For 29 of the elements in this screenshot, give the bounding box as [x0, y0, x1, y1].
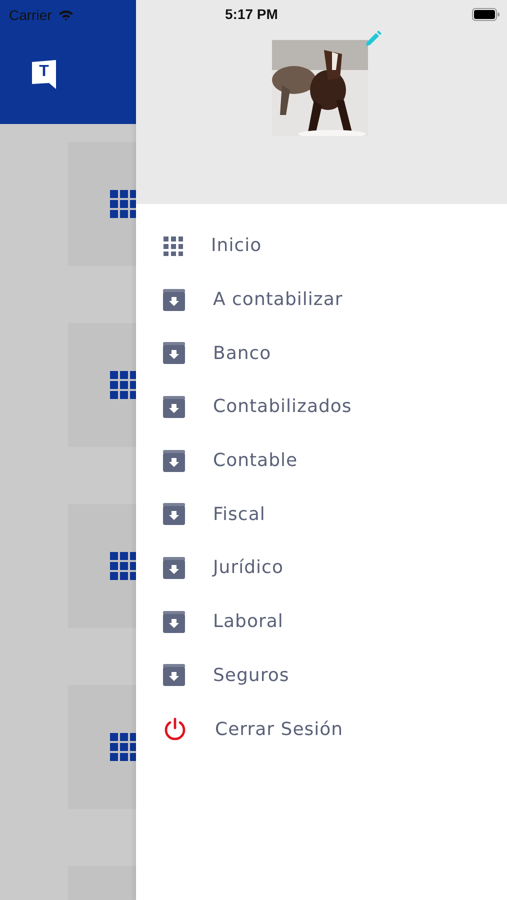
menu-item[interactable]: Cerrar Sesión — [215, 718, 344, 740]
power-icon — [163, 717, 187, 742]
archive-icon — [163, 450, 185, 472]
archive-icon — [163, 503, 185, 526]
menu-item[interactable]: Fiscal — [213, 504, 266, 525]
logo-icon: T — [32, 59, 58, 91]
archive-icon — [163, 288, 185, 311]
menu-item[interactable]: A contabilizar — [213, 289, 343, 310]
grid-icon — [110, 371, 136, 399]
menu-item[interactable]: Inicio — [211, 235, 262, 256]
grid-icon — [110, 552, 136, 580]
archive-icon — [163, 342, 185, 364]
archive-icon — [163, 556, 185, 579]
wifi-icon — [58, 9, 74, 21]
archive-icon — [163, 396, 185, 418]
archive-icon — [163, 664, 185, 686]
carrier-label: Carrier — [9, 7, 52, 23]
battery-icon — [472, 8, 500, 20]
grid-icon — [110, 733, 136, 761]
grid-icon — [110, 190, 136, 218]
menu-item[interactable]: Seguros — [213, 664, 290, 686]
status-time: 5:17 PM — [225, 6, 279, 22]
archive-icon — [163, 610, 185, 633]
menu-item[interactable]: Banco — [213, 342, 272, 364]
menu-item[interactable]: Contable — [213, 450, 298, 472]
menu-item[interactable]: Jurídico — [213, 557, 284, 578]
menu-item[interactable]: Laboral — [213, 611, 284, 632]
grid-icon — [163, 236, 183, 256]
menu-item[interactable]: Contabilizados — [213, 396, 352, 418]
